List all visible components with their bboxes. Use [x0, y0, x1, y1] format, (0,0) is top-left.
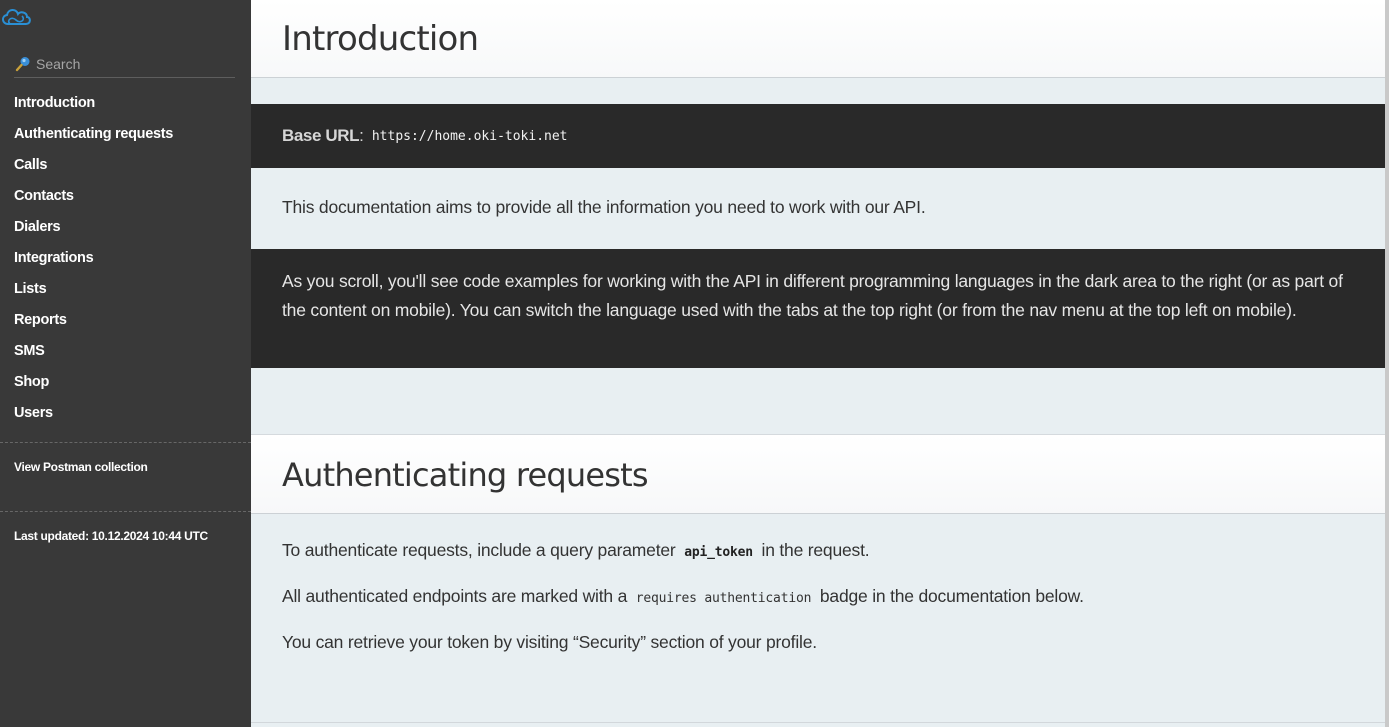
- app-window: Introduction Authenticating requests Cal…: [0, 0, 1389, 727]
- auth-p1-text: To authenticate requests, include a quer…: [282, 540, 676, 560]
- base-url-colon: :: [359, 126, 364, 145]
- cloud-logo-icon[interactable]: [0, 6, 32, 28]
- scroll-note: As you scroll, you'll see code examples …: [251, 249, 1385, 368]
- search-input[interactable]: [36, 55, 226, 72]
- page-title: Introduction: [282, 19, 479, 59]
- auth-p2-text: All authenticated endpoints are marked w…: [282, 586, 628, 606]
- base-url-value: https://home.oki-toki.net: [371, 128, 568, 144]
- sidebar-item-shop[interactable]: Shop: [0, 367, 251, 398]
- auth-paragraph-3: You can retrieve your token by visiting …: [282, 632, 817, 652]
- sidebar-item-lists[interactable]: Lists: [0, 274, 251, 305]
- scrollbar[interactable]: [1385, 0, 1389, 727]
- introduction-header: Introduction: [251, 0, 1385, 78]
- postman-collection-link[interactable]: View Postman collection: [14, 460, 148, 474]
- sidebar-item-sms[interactable]: SMS: [0, 336, 251, 367]
- last-updated-text: Last updated: 10.12.2024 10:44 UTC: [14, 529, 208, 543]
- requires-authentication-code: requires authentication: [635, 591, 812, 606]
- intro-description: This documentation aims to provide all t…: [282, 197, 926, 217]
- sidebar: Introduction Authenticating requests Cal…: [0, 0, 251, 727]
- base-url-label: Base URL: [282, 126, 360, 145]
- section-divider: [251, 722, 1385, 723]
- auth-p1-text-end: in the request.: [761, 540, 870, 560]
- api-token-code: api_token: [684, 545, 753, 560]
- sidebar-item-contacts[interactable]: Contacts: [0, 181, 251, 212]
- sidebar-item-integrations[interactable]: Integrations: [0, 243, 251, 274]
- sidebar-item-introduction[interactable]: Introduction: [0, 88, 251, 119]
- sidebar-item-dialers[interactable]: Dialers: [0, 212, 251, 243]
- auth-p2-text-end: badge in the documentation below.: [819, 586, 1084, 606]
- sidebar-item-calls[interactable]: Calls: [0, 150, 251, 181]
- search-box: [14, 50, 235, 78]
- authenticating-header: Authenticating requests: [251, 434, 1385, 514]
- sidebar-item-reports[interactable]: Reports: [0, 305, 251, 336]
- search-icon: [15, 56, 30, 71]
- section-title: Authenticating requests: [282, 456, 649, 494]
- sidebar-divider: [0, 442, 251, 443]
- sidebar-item-users[interactable]: Users: [0, 398, 251, 429]
- main-content[interactable]: Introduction Base URL : https://home.oki…: [251, 0, 1385, 727]
- sidebar-divider: [0, 511, 251, 512]
- auth-paragraph-2: All authenticated endpoints are marked w…: [282, 586, 1084, 607]
- base-url-bar: Base URL : https://home.oki-toki.net: [251, 104, 1385, 168]
- sidebar-item-authenticating-requests[interactable]: Authenticating requests: [0, 119, 251, 150]
- sidebar-nav: Introduction Authenticating requests Cal…: [0, 88, 251, 429]
- auth-paragraph-1: To authenticate requests, include a quer…: [282, 540, 870, 561]
